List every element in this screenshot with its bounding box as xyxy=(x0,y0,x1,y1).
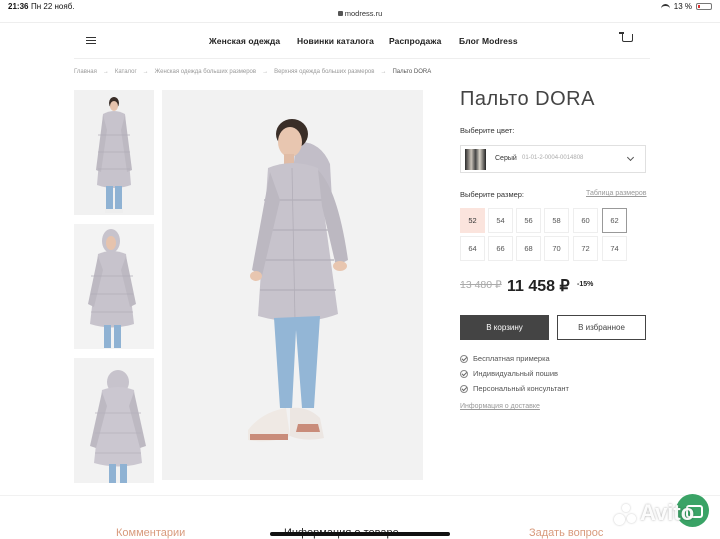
wifi-icon xyxy=(660,3,670,10)
tab-comments[interactable]: Комментарии xyxy=(116,527,185,539)
top-divider xyxy=(0,22,720,23)
check-circle-icon xyxy=(460,369,468,378)
breadcrumb-home[interactable]: Главная xyxy=(74,69,97,75)
size-option[interactable]: 62 xyxy=(602,208,627,233)
address-bar[interactable]: modress.ru xyxy=(0,9,720,18)
check-circle-icon xyxy=(460,384,468,393)
add-to-favorites-button[interactable]: В избранное xyxy=(557,315,646,340)
header-divider xyxy=(74,58,650,59)
address-url: modress.ru xyxy=(344,9,383,18)
model-main-image xyxy=(162,90,423,480)
size-chart-link[interactable]: Таблица размеров xyxy=(586,190,647,197)
feature-label: Персональный консультант xyxy=(473,384,569,393)
model-front-image xyxy=(74,90,154,215)
breadcrumb-outerwear[interactable]: Верхняя одежда больших размеров xyxy=(274,69,374,75)
size-option[interactable]: 72 xyxy=(573,236,598,261)
breadcrumb-current: Пальто DORA xyxy=(392,69,432,75)
product-thumbnail-front[interactable] xyxy=(74,90,154,215)
color-swatch-image xyxy=(465,149,486,170)
status-bar: 21:36 Пн 22 нояб. modress.ru 13 % xyxy=(0,0,720,18)
size-option[interactable]: 54 xyxy=(488,208,513,233)
size-option[interactable]: 64 xyxy=(460,236,485,261)
product-title: Пальто DORA xyxy=(460,88,595,110)
old-price: 13 480 ₽ xyxy=(460,279,502,291)
breadcrumb: Главная → Каталог → Женская одежда больш… xyxy=(74,69,431,75)
main-product-photo[interactable] xyxy=(162,90,423,480)
size-label: Выберите размер: xyxy=(460,190,525,199)
nav-item-new[interactable]: Новинки каталога xyxy=(297,36,374,46)
arrow-right-icon: → xyxy=(380,69,387,75)
feature-item: Персональный консультант xyxy=(460,384,569,393)
size-option[interactable]: 60 xyxy=(573,208,598,233)
avito-logo-icon xyxy=(614,504,636,526)
nav-item-women[interactable]: Женская одежда xyxy=(209,36,280,46)
battery-percent: 13 % xyxy=(673,2,692,11)
model-hood-image xyxy=(74,224,154,349)
nav-item-blog[interactable]: Блог Modress xyxy=(459,36,518,46)
lock-icon xyxy=(337,11,343,16)
arrow-right-icon: → xyxy=(262,69,269,75)
delivery-info-link[interactable]: Информация о доставке xyxy=(460,403,540,410)
model-back-image xyxy=(74,358,154,483)
arrow-right-icon: → xyxy=(142,69,149,75)
arrow-right-icon: → xyxy=(102,69,109,75)
status-right: 13 % xyxy=(660,2,712,11)
product-thumbnail-back[interactable] xyxy=(74,358,154,483)
battery-icon xyxy=(696,3,712,10)
color-code: 01-01-2-0004-0014808 xyxy=(522,155,584,161)
feature-label: Бесплатная примерка xyxy=(473,354,550,363)
avito-watermark: Avito xyxy=(614,496,714,532)
tab-ask-question[interactable]: Задать вопрос xyxy=(529,527,603,539)
bottom-divider xyxy=(0,495,720,496)
size-option[interactable]: 66 xyxy=(488,236,513,261)
hamburger-menu-icon[interactable] xyxy=(86,37,96,44)
feature-item: Индивидуальный пошив xyxy=(460,369,558,378)
size-option[interactable]: 52 xyxy=(460,208,485,233)
current-price: 11 458 ₽ xyxy=(507,278,570,295)
breadcrumb-catalog[interactable]: Каталог xyxy=(115,69,137,75)
nav-item-sale[interactable]: Распродажа xyxy=(389,36,441,46)
color-name: Серый xyxy=(495,155,517,162)
size-option[interactable]: 70 xyxy=(544,236,569,261)
color-select[interactable]: Серый 01-01-2-0004-0014808 xyxy=(460,145,646,173)
size-option[interactable]: 56 xyxy=(516,208,541,233)
color-label: Выберите цвет: xyxy=(460,126,515,135)
check-circle-icon xyxy=(460,354,468,363)
size-option[interactable]: 68 xyxy=(516,236,541,261)
product-thumbnail-hood[interactable] xyxy=(74,224,154,349)
feature-label: Индивидуальный пошив xyxy=(473,369,558,378)
discount-badge: -15% xyxy=(577,281,594,288)
size-option[interactable]: 74 xyxy=(602,236,627,261)
chevron-down-icon xyxy=(626,153,635,162)
watermark-text: Avito xyxy=(640,500,695,525)
add-to-cart-button[interactable]: В корзину xyxy=(460,315,549,340)
feature-item: Бесплатная примерка xyxy=(460,354,550,363)
breadcrumb-plus-size[interactable]: Женская одежда больших размеров xyxy=(155,69,256,75)
size-option[interactable]: 58 xyxy=(544,208,569,233)
home-indicator xyxy=(270,532,450,536)
cart-icon[interactable] xyxy=(619,32,633,42)
